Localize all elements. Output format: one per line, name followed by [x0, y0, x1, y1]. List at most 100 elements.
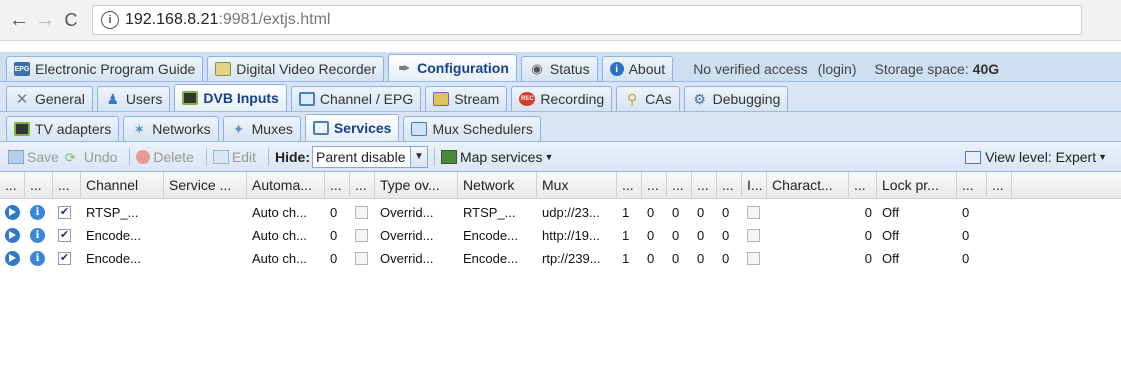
- tab-recording[interactable]: REC Recording: [511, 86, 613, 111]
- reload-icon[interactable]: C: [58, 7, 84, 33]
- undo-button[interactable]: ⟳ Undo: [65, 149, 117, 165]
- network-cell: Encode...: [463, 250, 518, 266]
- tab-stream[interactable]: Stream: [425, 86, 508, 111]
- tab-about[interactable]: i About: [601, 56, 674, 81]
- column-header-type-override[interactable]: Type ov...: [375, 172, 458, 198]
- column-header[interactable]: ...: [957, 172, 987, 198]
- play-icon[interactable]: [5, 227, 20, 243]
- view-level-button[interactable]: View level: Expert ▼: [965, 142, 1107, 172]
- info-cell[interactable]: i: [25, 247, 53, 269]
- column-header[interactable]: I...: [742, 172, 767, 198]
- play-icon[interactable]: [5, 204, 20, 220]
- column-header-lock-prefix[interactable]: Lock pr...: [877, 172, 957, 198]
- edit-button[interactable]: Edit: [212, 149, 256, 165]
- column-header[interactable]: ...: [692, 172, 717, 198]
- enabled-checkbox[interactable]: ✔: [58, 228, 71, 242]
- enabled-checkbox[interactable]: ✔: [58, 205, 71, 219]
- play-cell[interactable]: [0, 224, 25, 246]
- tab-status[interactable]: ◉ Status: [520, 56, 598, 81]
- column-header[interactable]: ...: [849, 172, 877, 198]
- ignore-checkbox[interactable]: [747, 205, 760, 219]
- column-header[interactable]: ...: [987, 172, 1012, 198]
- column-header-automatic[interactable]: Automa...: [247, 172, 325, 198]
- storage-value: 40G: [972, 60, 1000, 77]
- column-header-service[interactable]: Service ...: [164, 172, 247, 198]
- save-button[interactable]: Save: [8, 149, 59, 165]
- flag-checkbox[interactable]: [355, 228, 368, 242]
- tab-debugging[interactable]: ⚙ Debugging: [683, 86, 789, 111]
- chevron-down-icon[interactable]: ▼: [409, 146, 427, 167]
- tab-epg[interactable]: EPG Electronic Program Guide: [6, 56, 204, 81]
- tv-card-icon: [182, 91, 199, 105]
- save-icon: [8, 149, 24, 164]
- column-header-mux[interactable]: Mux: [537, 172, 617, 198]
- play-cell[interactable]: [0, 247, 25, 269]
- table-row[interactable]: i ✔ Encode... Auto ch... 0 Overrid... En…: [0, 224, 1121, 246]
- flag-cell[interactable]: [350, 224, 375, 246]
- ignore-cell[interactable]: [742, 247, 767, 269]
- login-link[interactable]: (login): [818, 56, 867, 81]
- column-header[interactable]: ...: [717, 172, 742, 198]
- charact-cell: [767, 201, 849, 223]
- flag-checkbox[interactable]: [355, 251, 368, 265]
- play-icon[interactable]: [5, 250, 20, 266]
- info-icon[interactable]: i: [30, 204, 45, 220]
- info-icon[interactable]: i: [30, 250, 45, 266]
- ignore-checkbox[interactable]: [747, 251, 760, 265]
- column-header-channel[interactable]: Channel: [81, 172, 164, 198]
- tab-dvb-inputs-label: DVB Inputs: [203, 90, 279, 106]
- flag-checkbox[interactable]: [355, 205, 368, 219]
- tab-muxes[interactable]: ✦ Muxes: [222, 116, 301, 141]
- services-icon: [312, 121, 329, 135]
- tab-networks[interactable]: ✶ Networks: [123, 116, 219, 141]
- info-cell[interactable]: i: [25, 201, 53, 223]
- column-header[interactable]: ...: [0, 172, 25, 198]
- enabled-checkbox[interactable]: ✔: [58, 251, 71, 265]
- tab-cas[interactable]: ⚲ CAs: [616, 86, 680, 111]
- column-header[interactable]: ...: [25, 172, 53, 198]
- flag-cell[interactable]: [350, 201, 375, 223]
- enabled-cell[interactable]: ✔: [53, 247, 81, 269]
- info-icon[interactable]: i: [101, 11, 119, 29]
- column-header[interactable]: ...: [667, 172, 692, 198]
- ignore-cell[interactable]: [742, 224, 767, 246]
- tab-tv-adapters[interactable]: TV adapters: [6, 116, 120, 141]
- info-cell[interactable]: i: [25, 224, 53, 246]
- type-cell: Overrid...: [380, 204, 434, 220]
- table-row[interactable]: i ✔ RTSP_... Auto ch... 0 Overrid... RTS…: [0, 201, 1121, 223]
- hide-select[interactable]: Parent disable ▼: [311, 145, 428, 168]
- column-header[interactable]: ...: [53, 172, 81, 198]
- table-row[interactable]: i ✔ Encode... Auto ch... 0 Overrid... En…: [0, 247, 1121, 269]
- column-header[interactable]: ...: [325, 172, 350, 198]
- flag-cell[interactable]: [350, 247, 375, 269]
- back-arrow-icon[interactable]: ←: [6, 7, 32, 33]
- play-cell[interactable]: [0, 201, 25, 223]
- tab-services[interactable]: Services: [304, 114, 400, 141]
- value-cell: 0: [722, 227, 730, 243]
- tab-dvr[interactable]: Digital Video Recorder: [207, 56, 385, 81]
- value-cell: 0: [864, 227, 872, 243]
- tab-mux-schedulers[interactable]: Mux Schedulers: [403, 116, 541, 141]
- tab-configuration[interactable]: ✒ Configuration: [388, 54, 517, 81]
- address-bar[interactable]: i 192.168.8.21:9981/extjs.html: [92, 5, 1082, 35]
- column-header-characteristic[interactable]: Charact...: [767, 172, 849, 198]
- forward-arrow-icon[interactable]: →: [32, 7, 58, 33]
- column-header-network[interactable]: Network: [458, 172, 537, 198]
- delete-button[interactable]: Delete: [136, 149, 194, 165]
- tab-channel-epg[interactable]: Channel / EPG: [290, 86, 422, 111]
- column-header[interactable]: ...: [642, 172, 667, 198]
- column-header[interactable]: ...: [617, 172, 642, 198]
- tab-dvb-inputs[interactable]: DVB Inputs: [174, 84, 287, 111]
- map-services-button[interactable]: Map services ▼: [440, 149, 553, 165]
- enabled-cell[interactable]: ✔: [53, 224, 81, 246]
- tab-general[interactable]: ✕ General: [6, 86, 93, 111]
- type-cell: Overrid...: [380, 227, 434, 243]
- info-icon[interactable]: i: [30, 227, 45, 243]
- ignore-cell[interactable]: [742, 201, 767, 223]
- tab-users[interactable]: ♟ Users: [96, 86, 171, 111]
- column-header[interactable]: ...: [350, 172, 375, 198]
- enabled-cell[interactable]: ✔: [53, 201, 81, 223]
- ignore-checkbox[interactable]: [747, 228, 760, 242]
- rec-icon: REC: [519, 92, 536, 106]
- view-level-icon: [965, 150, 982, 164]
